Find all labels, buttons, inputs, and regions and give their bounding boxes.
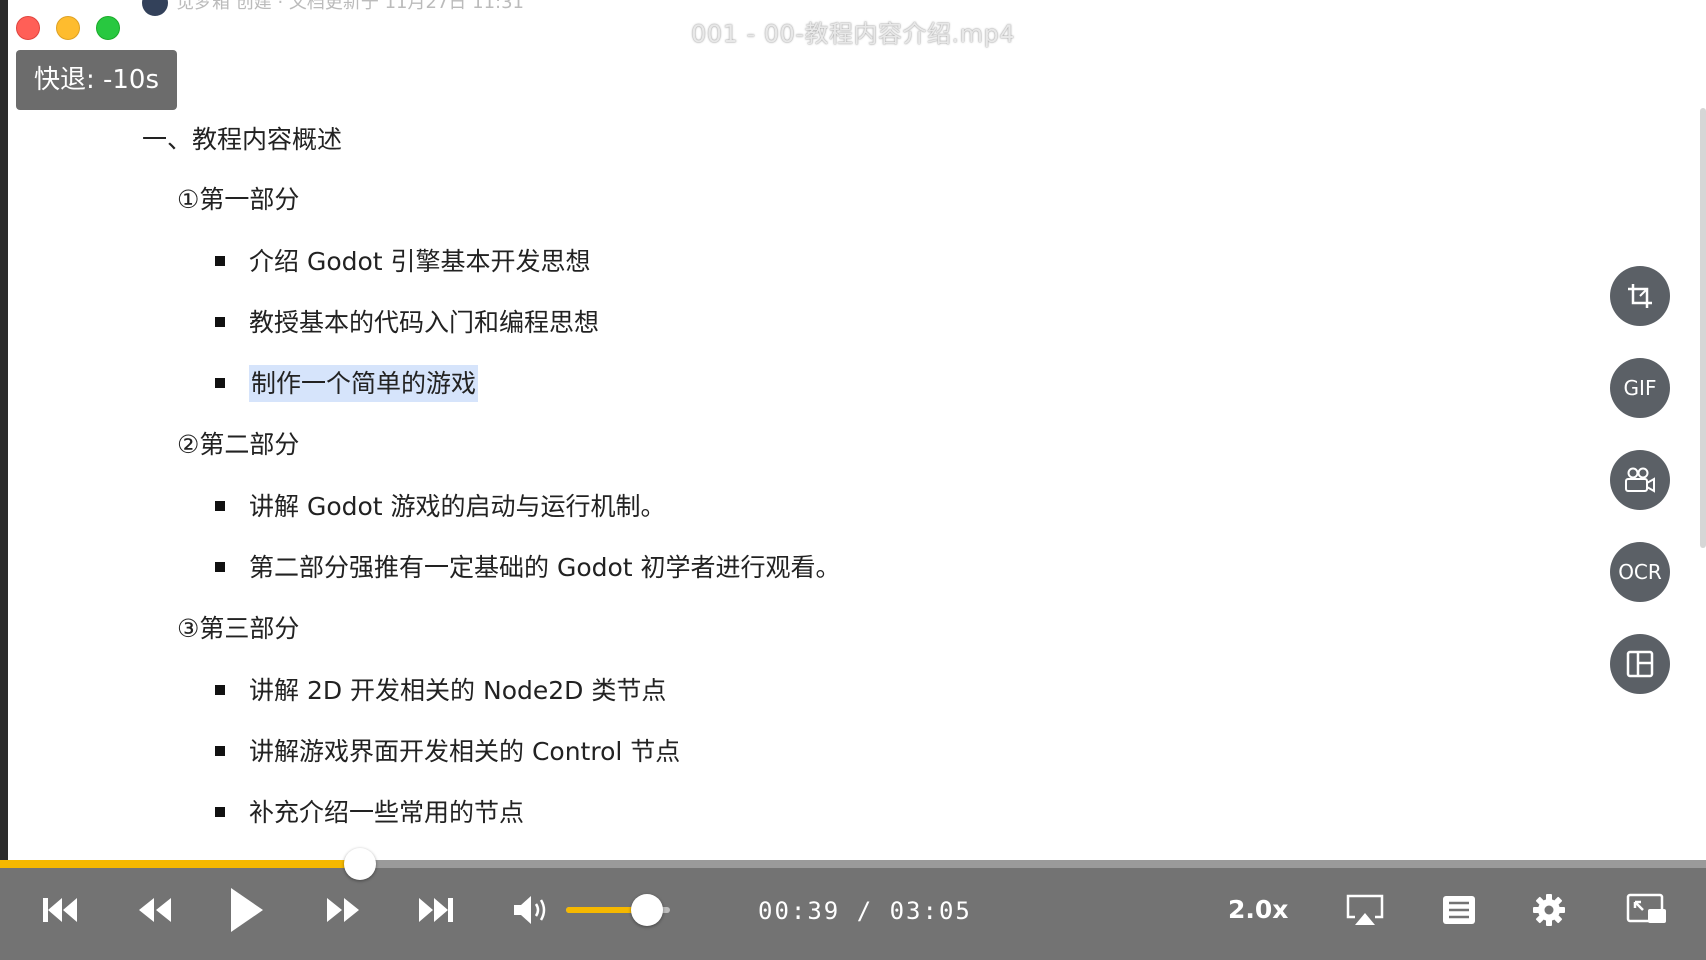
- progress-handle[interactable]: [343, 848, 376, 880]
- skip-forward-icon: [419, 898, 453, 922]
- gif-icon: GIF: [1623, 376, 1657, 400]
- document-meta-text: 觉梦箱 创建 · 文档更新于 11月27日 11:31: [176, 0, 525, 13]
- list-item: 补充介绍一些常用的节点: [215, 793, 524, 829]
- list-item-text: 第二部分强推有一定基础的 Godot 初学者进行观看。: [249, 553, 841, 582]
- playback-speed-button[interactable]: 2.0x: [1228, 895, 1288, 924]
- list-item-text: 讲解 2D 开发相关的 Node2D 类节点: [249, 676, 667, 705]
- seek-toast: 快退: -10s: [16, 50, 177, 110]
- settings-button[interactable]: [1524, 885, 1574, 935]
- rewind-icon: [139, 898, 171, 922]
- list-item-text: 教授基本的代码入门和编程思想: [249, 308, 600, 337]
- time-display: 00:39 / 03:05: [758, 897, 972, 925]
- fast-forward-icon: [327, 898, 359, 922]
- rewind-button[interactable]: [130, 885, 180, 935]
- list-item-text: 讲解 Godot 游戏的启动与运行机制。: [249, 492, 666, 521]
- scrollbar[interactable]: [1700, 108, 1706, 548]
- play-button[interactable]: [220, 885, 270, 935]
- list-item: 介绍 Godot 引擎基本开发思想: [215, 242, 591, 278]
- list-item-text: 讲解游戏界面开发相关的 Control 节点: [249, 737, 681, 766]
- list-item: 讲解游戏界面开发相关的 Control 节点: [215, 732, 680, 768]
- crop-icon: [1628, 284, 1652, 308]
- bullet-icon: [215, 378, 225, 388]
- playlist-button[interactable]: [1434, 885, 1484, 935]
- crop-button[interactable]: [1610, 266, 1670, 326]
- list-item: 讲解 2D 开发相关的 Node2D 类节点: [215, 671, 666, 707]
- airplay-icon: [1346, 894, 1384, 925]
- bullet-icon: [215, 807, 225, 817]
- list-item: 第二部分强推有一定基础的 Godot 初学者进行观看。: [215, 548, 841, 584]
- bullet-icon: [215, 685, 225, 695]
- volume-button[interactable]: [506, 885, 556, 935]
- layout-button[interactable]: [1610, 634, 1670, 694]
- ocr-icon: OCR: [1618, 560, 1662, 584]
- progress-bar-fill: [0, 860, 360, 868]
- layout-icon: [1626, 650, 1654, 678]
- bullet-icon: [215, 256, 225, 266]
- record-button[interactable]: [1610, 450, 1670, 510]
- window-title: 001 - 00-教程内容介绍.mp4: [691, 20, 1015, 48]
- bullet-icon: [215, 501, 225, 511]
- list-item-text: 补充介绍一些常用的节点: [249, 798, 525, 827]
- section-title-1: ①第一部分: [177, 185, 300, 214]
- list-item: 讲解 Godot 游戏的启动与运行机制。: [215, 487, 666, 523]
- list-item-text: 介绍 Godot 引擎基本开发思想: [249, 247, 591, 276]
- airplay-button[interactable]: [1340, 885, 1390, 935]
- list-icon: [1443, 896, 1475, 924]
- video-camera-icon: [1625, 467, 1655, 493]
- gear-icon: [1533, 894, 1565, 926]
- list-item: 教授基本的代码入门和编程思想: [215, 303, 599, 339]
- play-icon: [231, 888, 263, 932]
- document-page: 觉梦箱 创建 · 文档更新于 11月27日 11:31 一、教程内容概述 ①第一…: [0, 0, 1600, 860]
- fast-forward-button[interactable]: [318, 885, 368, 935]
- previous-track-button[interactable]: [36, 885, 86, 935]
- section-title-3: ③第三部分: [177, 614, 300, 643]
- picture-in-picture-button[interactable]: [1622, 885, 1672, 935]
- list-item: 制作一个简单的游戏: [215, 364, 479, 402]
- gif-button[interactable]: GIF: [1610, 358, 1670, 418]
- ocr-button[interactable]: OCR: [1610, 542, 1670, 602]
- speaker-icon: [514, 896, 546, 924]
- volume-handle[interactable]: [631, 894, 664, 926]
- bullet-icon: [215, 746, 225, 756]
- skip-back-icon: [43, 898, 77, 922]
- section-title-2: ②第二部分: [177, 430, 300, 459]
- next-track-button[interactable]: [410, 885, 460, 935]
- picture-in-picture-icon: [1626, 893, 1666, 923]
- bullet-icon: [215, 562, 225, 572]
- document-heading: 一、教程内容概述: [142, 125, 343, 154]
- highlighted-text[interactable]: 制作一个简单的游戏: [249, 365, 479, 402]
- bullet-icon: [215, 317, 225, 327]
